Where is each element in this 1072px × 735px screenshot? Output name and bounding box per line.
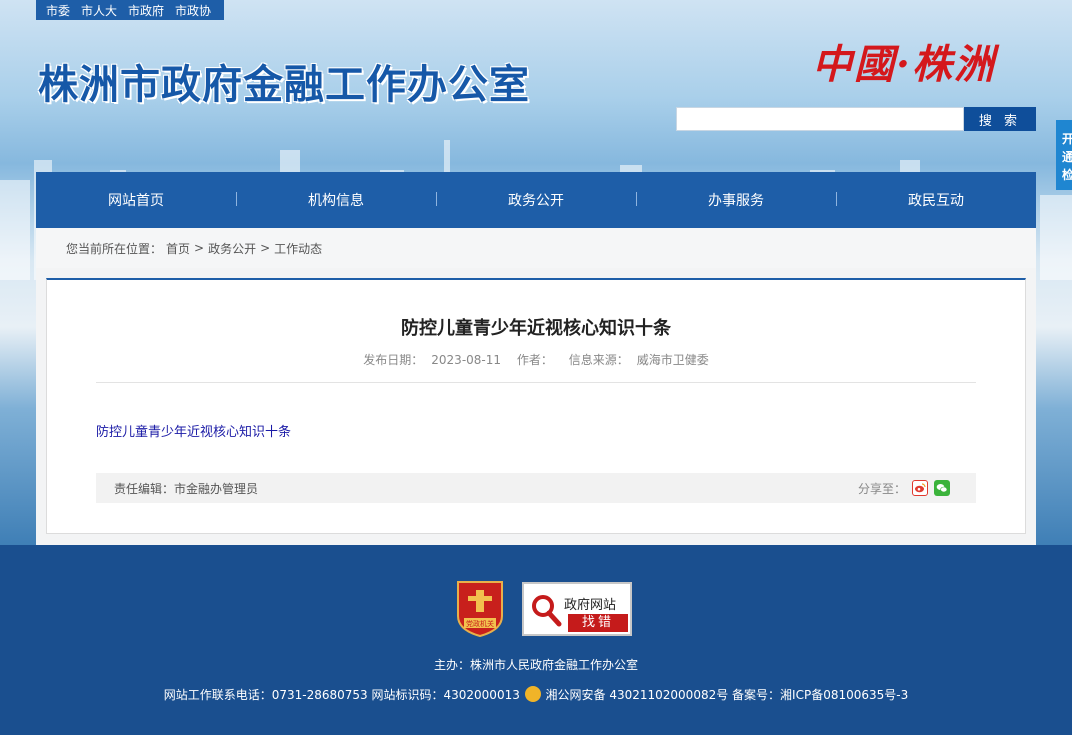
badge-text: 党政机关 [466, 619, 494, 628]
site-title: 株洲市政府金融工作办公室 [38, 62, 530, 108]
toplink-peoples-congress[interactable]: 市人大 [81, 2, 117, 19]
nav-item-interaction[interactable]: 政民互动 [836, 172, 1036, 228]
police-record-link[interactable]: 湘公网安备 43021102000082号 [546, 688, 729, 702]
publish-date: 2023-08-11 [431, 353, 502, 367]
nav-item-services[interactable]: 办事服务 [636, 172, 836, 228]
search-input[interactable] [676, 107, 964, 131]
nav-item-gov-affairs[interactable]: 政务公开 [436, 172, 636, 228]
party-gov-badge-icon[interactable]: 党政机关 [454, 578, 506, 638]
article-meta: 发布日期： 2023-08-11 作者： 信息来源： 威海市卫健委 [0, 351, 1072, 368]
editor-bar: 责任编辑：市金融办管理员 分享至： [96, 473, 976, 503]
responsible-editor: 责任编辑：市金融办管理员 [114, 481, 259, 496]
footer-contact-info: 网站工作联系电话：0731-28680753 网站标识码：4302000013 [163, 688, 520, 702]
footer-sponsor: 主办：株洲市人民政府金融工作办公室 [433, 658, 638, 672]
city-logo: 中國·株洲 [812, 41, 996, 88]
main-nav: 网站首页 机构信息 政务公开 办事服务 政民互动 [36, 172, 1036, 228]
article-title: 防控儿童青少年近视核心知识十条 [401, 318, 671, 339]
breadcrumb: 您当前所在位置： 首页 > 政务公开 > 工作动态 [36, 228, 1036, 268]
find-error-action: 找错 [568, 614, 628, 632]
footer [0, 545, 1072, 735]
article-attachment-link[interactable]: 防控儿童青少年近视核心知识十条 [96, 421, 291, 440]
search-button[interactable]: 搜 索 [964, 107, 1036, 131]
weibo-share-icon[interactable] [912, 480, 928, 496]
breadcrumb-work-news[interactable]: 工作动态 [274, 240, 322, 257]
title-divider [96, 382, 976, 383]
top-links-bar: 市委 市人大 市政府 市政协 [36, 0, 225, 20]
toplink-party-committee[interactable]: 市委 [46, 2, 70, 19]
footer-contact: 网站工作联系电话：0731-28680753 网站标识码：4302000013 … [0, 686, 1072, 703]
breadcrumb-prefix: 您当前所在位置： [66, 241, 163, 256]
magnifier-icon [532, 595, 562, 627]
police-badge-icon [524, 686, 541, 702]
breadcrumb-gov-affairs[interactable]: 政务公开 [208, 240, 256, 257]
toplink-cppcc[interactable]: 市政协 [175, 2, 211, 19]
share-group: 分享至： [858, 473, 950, 503]
toplink-government[interactable]: 市政府 [128, 2, 164, 19]
source-label: 信息来源： [568, 353, 629, 367]
gov-site-find-error-button[interactable]: 政府网站 找错 [522, 582, 632, 636]
breadcrumb-separator: > [260, 241, 271, 255]
breadcrumb-home[interactable]: 首页 [166, 240, 190, 257]
find-error-title: 政府网站 [564, 598, 617, 613]
breadcrumb-separator: > [194, 241, 205, 255]
nav-item-org-info[interactable]: 机构信息 [236, 172, 436, 228]
share-label: 分享至： [857, 481, 906, 496]
author-label: 作者： [516, 353, 553, 367]
icp-record-link[interactable]: 备案号：湘ICP备08100635号-3 [732, 688, 908, 702]
nav-item-home[interactable]: 网站首页 [36, 172, 236, 228]
wechat-share-icon[interactable] [934, 480, 950, 496]
source-value: 威海市卫健委 [636, 353, 709, 367]
side-floating-tab[interactable]: 开通检 [1056, 120, 1072, 190]
date-label: 发布日期： [363, 353, 424, 367]
